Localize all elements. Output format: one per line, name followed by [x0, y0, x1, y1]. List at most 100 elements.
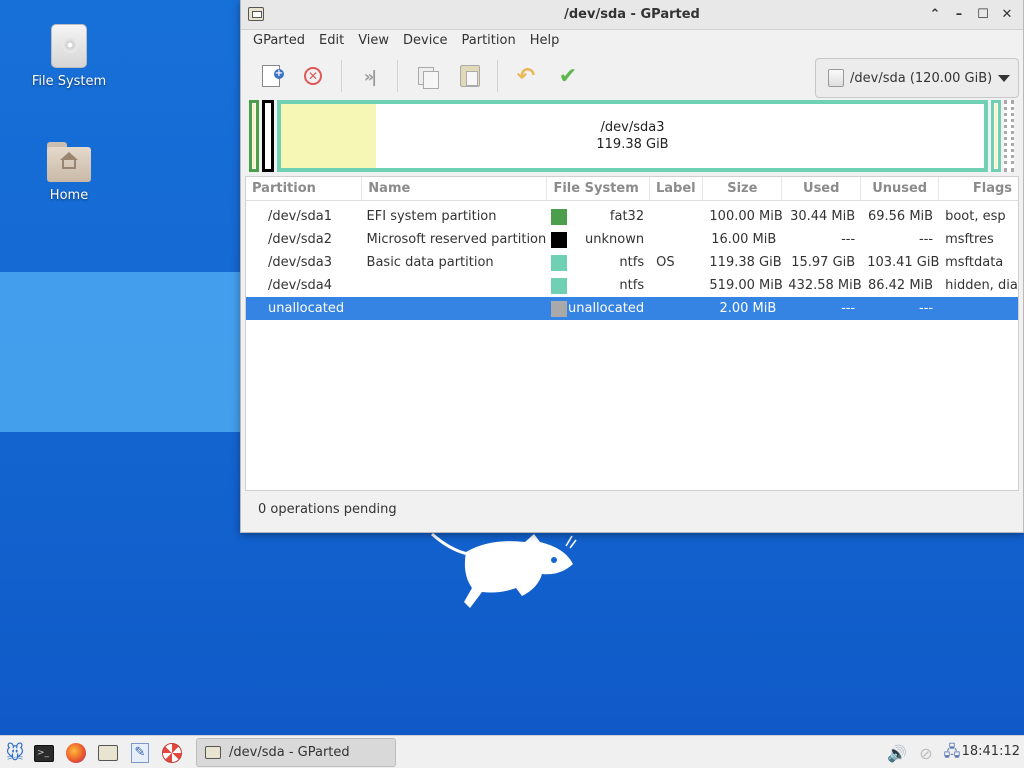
cell-size: 2.00 MiB: [719, 301, 777, 316]
desktop-icon-label: File System: [31, 74, 107, 89]
cell-partition: /dev/sda4: [268, 278, 332, 293]
menu-device[interactable]: Device: [396, 30, 454, 52]
cell-partition: unallocated: [268, 301, 345, 316]
cell-file-system: unallocated: [568, 301, 645, 316]
diskmap-segment-unallocated[interactable]: [1004, 100, 1014, 172]
cell-unused: 86.42 MiB: [867, 278, 934, 293]
cell-file-system: unknown: [585, 232, 645, 247]
partition-row-unallocated[interactable]: unallocated unallocated 2.00 MiB --- ---: [246, 297, 1018, 320]
diskmap-selected-size: 119.38 GiB: [596, 137, 669, 152]
cell-size: 519.00 MiB: [709, 278, 783, 293]
dropdown-arrow-icon: [998, 74, 1011, 82]
cell-size: 100.00 MiB: [709, 209, 783, 224]
menu-edit[interactable]: Edit: [312, 30, 351, 52]
volume-icon[interactable]: 🔊: [884, 741, 910, 765]
taskbar-window-title: /dev/sda - GParted: [229, 745, 350, 760]
terminal-icon: >_: [34, 744, 54, 762]
cell-partition: /dev/sda1: [268, 209, 332, 224]
diskmap-selected-label: /dev/sda3: [600, 120, 665, 135]
partition-list: Partition Name File System Label Size Us…: [245, 176, 1019, 491]
desktop-icon-home[interactable]: Home: [14, 142, 124, 203]
partition-row-sda3[interactable]: /dev/sda3 Basic data partition ntfs OS 1…: [246, 251, 1018, 274]
cell-label: OS: [656, 255, 675, 270]
launcher-firefox[interactable]: [64, 741, 88, 765]
cell-file-system: ntfs: [619, 278, 645, 293]
toolbar-separator: [497, 60, 498, 92]
new-partition-icon: [262, 65, 284, 87]
close-button[interactable]: ✕: [997, 5, 1017, 25]
shade-button[interactable]: ⌃: [925, 5, 945, 25]
cell-flags: msftres: [945, 232, 994, 247]
cell-file-system: fat32: [609, 209, 645, 224]
home-folder-icon: [47, 142, 91, 182]
drive-icon: [51, 24, 87, 68]
desktop-icon-file-system[interactable]: File System: [14, 24, 124, 89]
undo-icon: ↶: [516, 63, 536, 89]
firefox-icon: [66, 743, 86, 763]
menu-view[interactable]: View: [351, 30, 396, 52]
column-partition[interactable]: Partition: [246, 177, 363, 200]
desktop: File System Home /dev/sda - GParted ⌃ – …: [0, 0, 1024, 735]
taskbar-window-gparted[interactable]: /dev/sda - GParted: [196, 738, 396, 767]
fs-color-swatch: [550, 231, 567, 248]
resize-move-button[interactable]: »|: [354, 62, 384, 90]
device-selector[interactable]: /dev/sda (120.00 GiB): [815, 58, 1019, 98]
clock[interactable]: 18:41:12: [962, 744, 1020, 759]
maximize-button[interactable]: ☐: [973, 5, 993, 25]
paste-icon: [460, 65, 480, 87]
new-partition-button[interactable]: [256, 62, 286, 90]
help-lifebuoy-icon: [162, 743, 182, 763]
delete-partition-button[interactable]: ✕: [298, 62, 328, 90]
launcher-terminal[interactable]: >_: [32, 741, 56, 765]
cell-name: Microsoft reserved partition: [366, 232, 547, 247]
menu-help[interactable]: Help: [523, 30, 567, 52]
cell-used: ---: [841, 232, 856, 247]
minimize-button[interactable]: –: [949, 5, 969, 25]
partition-row-sda1[interactable]: /dev/sda1 EFI system partition fat32 100…: [246, 205, 1018, 228]
menu-gparted[interactable]: GParted: [246, 30, 312, 52]
cell-used: 15.97 GiB: [791, 255, 856, 270]
notifications-disabled-icon[interactable]: ⊘: [914, 741, 938, 765]
apply-button[interactable]: ✔: [553, 62, 583, 90]
column-label[interactable]: Label: [650, 177, 704, 200]
diskmap-segment-sda2[interactable]: [262, 100, 274, 172]
gparted-window: /dev/sda - GParted ⌃ – ☐ ✕ GParted Edit …: [240, 0, 1024, 533]
undo-button[interactable]: ↶: [511, 62, 541, 90]
column-size[interactable]: Size: [703, 177, 783, 200]
cell-partition: /dev/sda3: [268, 255, 332, 270]
partition-row-sda4[interactable]: /dev/sda4 ntfs 519.00 MiB 432.58 MiB 86.…: [246, 274, 1018, 297]
column-file-system[interactable]: File System: [547, 177, 650, 200]
fs-color-swatch: [550, 277, 567, 294]
cell-flags: msftdata: [945, 255, 1004, 270]
diskmap-segment-sda4[interactable]: [991, 100, 1001, 172]
fs-color-swatch: [550, 254, 567, 271]
status-bar: 0 operations pending: [258, 502, 397, 517]
launcher-gparted[interactable]: [96, 741, 120, 765]
network-icon[interactable]: 🖧: [940, 741, 964, 765]
copy-button[interactable]: [411, 62, 441, 90]
column-used[interactable]: Used: [782, 177, 862, 200]
whisker-menu-button[interactable]: 🐭: [3, 741, 27, 765]
column-name[interactable]: Name: [362, 177, 548, 200]
paste-button[interactable]: [455, 62, 485, 90]
disk-icon: [828, 69, 844, 87]
launcher-text-editor[interactable]: ✎: [128, 741, 152, 765]
menu-partition[interactable]: Partition: [455, 30, 523, 52]
diskmap-segment-sda1[interactable]: [249, 100, 259, 172]
cell-used: 30.44 MiB: [790, 209, 856, 224]
cell-unused: 69.56 MiB: [867, 209, 934, 224]
cell-used: ---: [841, 301, 856, 316]
cell-flags: boot, esp: [945, 209, 1006, 224]
cell-flags: hidden, diag: [945, 278, 1018, 293]
column-unused[interactable]: Unused: [861, 177, 940, 200]
xfce-logo-icon: 🐭: [5, 742, 25, 764]
diskmap-segment-sda3[interactable]: /dev/sda3 119.38 GiB: [277, 100, 988, 172]
window-titlebar[interactable]: /dev/sda - GParted ⌃ – ☐ ✕: [241, 0, 1023, 30]
fs-color-swatch: [550, 300, 567, 317]
column-flags[interactable]: Flags: [939, 177, 1018, 200]
cell-unused: ---: [919, 301, 934, 316]
toolbar-separator: [397, 60, 398, 92]
partition-row-sda2[interactable]: /dev/sda2 ⚠Microsoft reserved partition …: [246, 228, 1018, 251]
launcher-help[interactable]: [160, 741, 184, 765]
toolbar: ✕ »| ↶ ✔ /dev/sda (120.00 GiB): [241, 52, 1023, 100]
